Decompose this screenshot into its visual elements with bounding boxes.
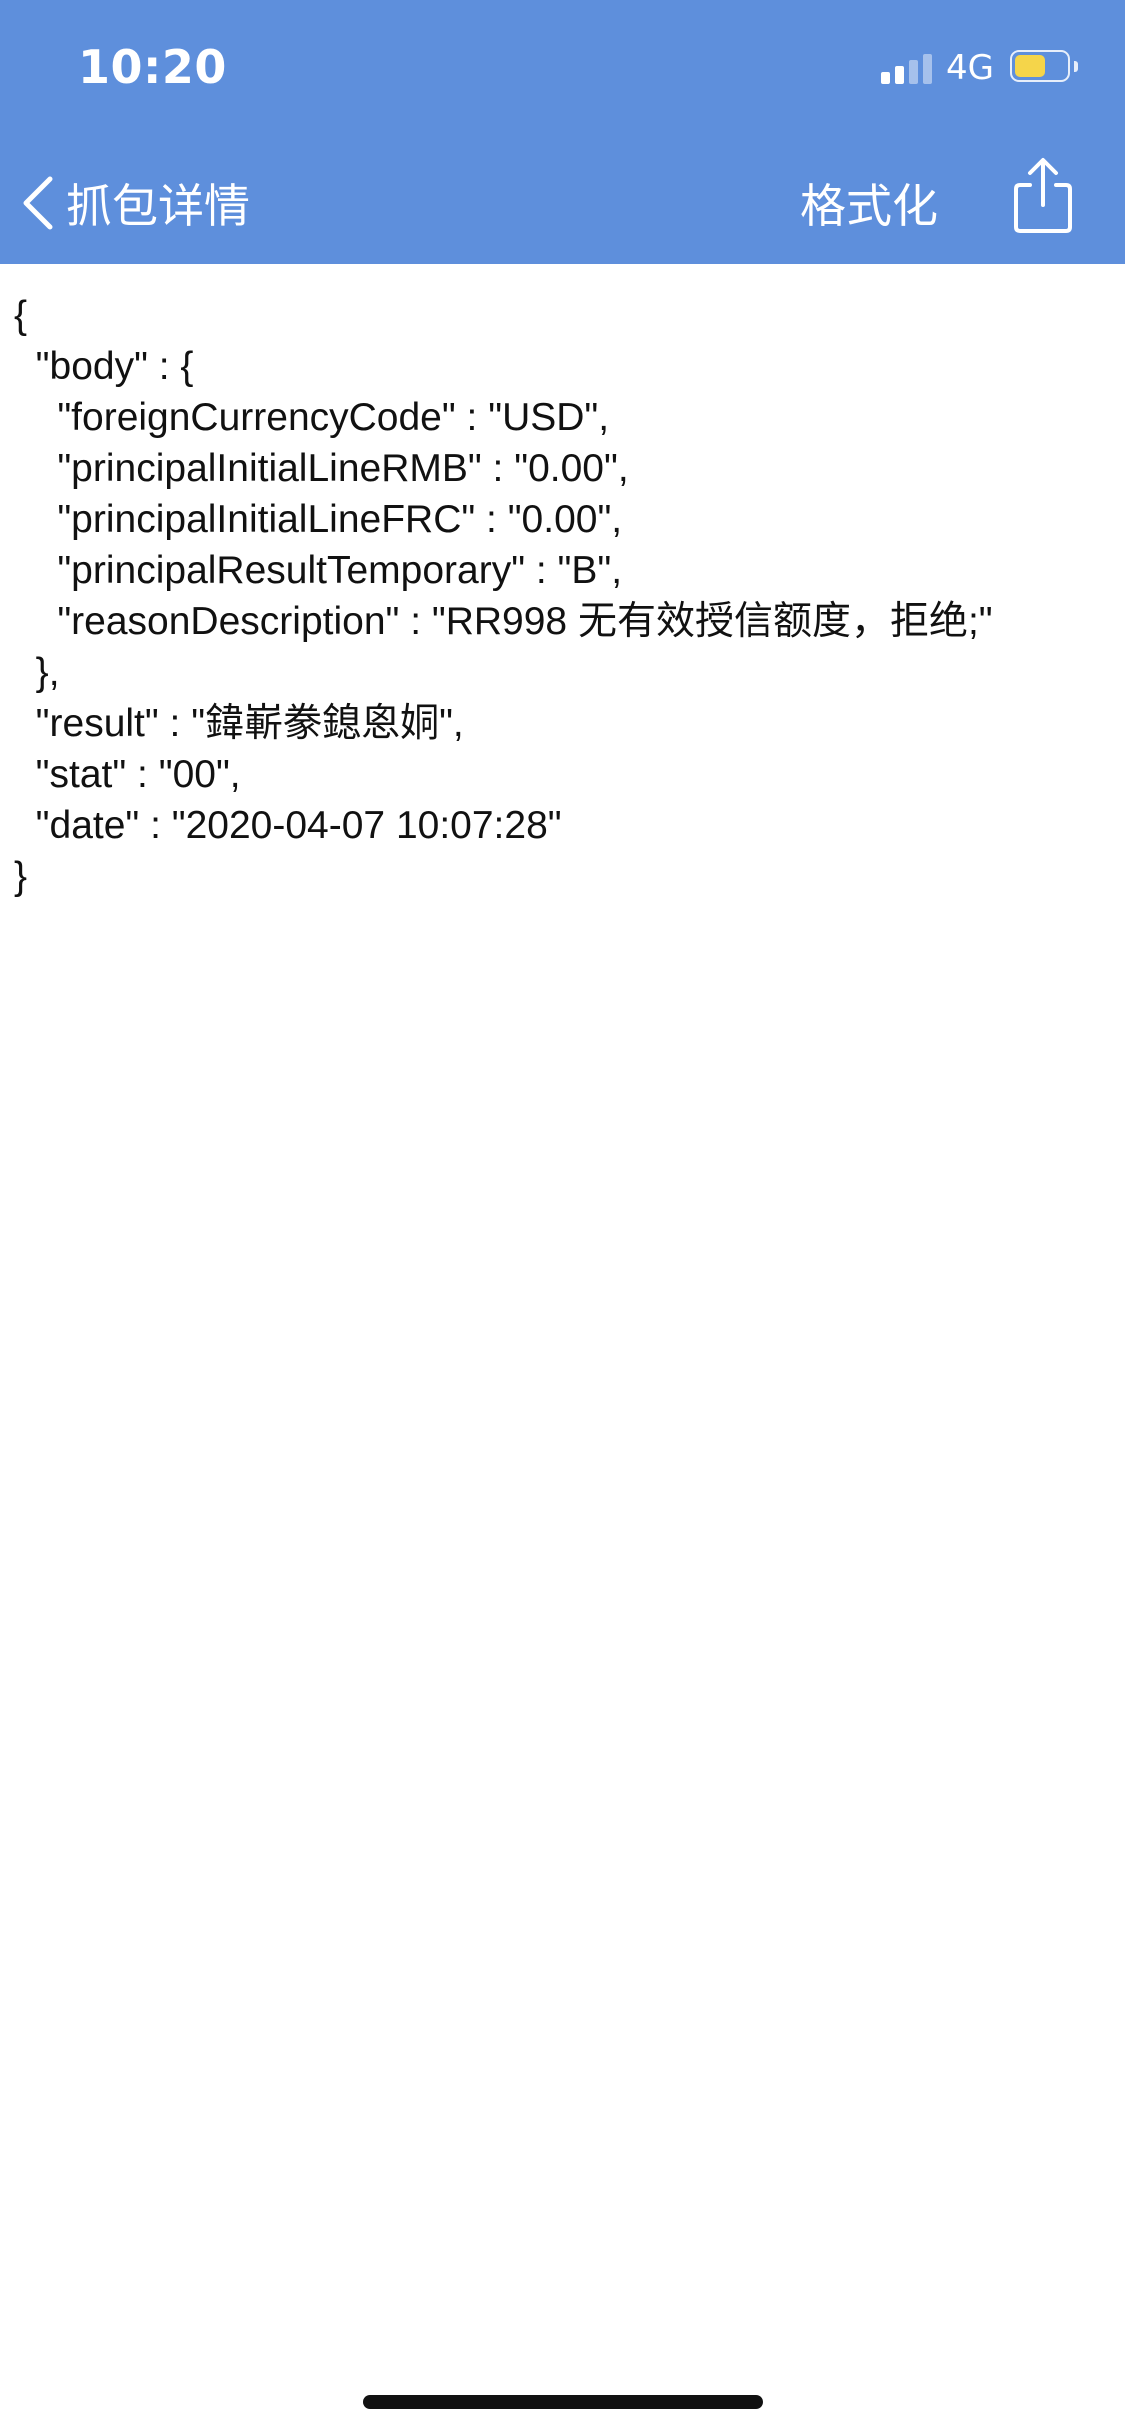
json-line: "reasonDescription" : "RR998 无有效授信额度，拒绝;… <box>14 600 993 643</box>
json-line: "date" : "2020-04-07 10:07:28" <box>14 804 562 847</box>
back-button[interactable]: 抓包详情 <box>18 168 250 238</box>
json-line: "stat" : "00", <box>14 753 241 796</box>
battery-icon <box>1010 50 1078 84</box>
page-title: 抓包详情 <box>66 179 250 233</box>
json-line: "foreignCurrencyCode" : "USD", <box>14 396 610 439</box>
screen: 10:20 4G 抓包详情 格式化 { "body" : {"foreignC… <box>0 0 1125 2436</box>
json-line: "principalInitialLineRMB" : "0.00", <box>14 447 629 490</box>
json-line: "principalInitialLineFRC" : "0.00", <box>14 498 623 541</box>
app-header: 10:20 4G 抓包详情 格式化 <box>0 0 1125 264</box>
json-line: { <box>14 294 28 337</box>
format-button[interactable]: 格式化 <box>800 170 938 236</box>
json-line: } <box>14 855 28 898</box>
json-line: "body" : { <box>14 345 194 388</box>
home-indicator[interactable] <box>363 2395 763 2409</box>
cellular-signal-icon <box>881 52 933 84</box>
status-time: 10:20 <box>78 40 227 94</box>
chevron-left-icon <box>23 176 53 230</box>
json-line: "result" : "鍏嶄豢鎴恖姛", <box>14 702 464 745</box>
network-type: 4G <box>946 48 994 88</box>
json-line: "principalResultTemporary" : "B", <box>14 549 623 592</box>
share-icon[interactable] <box>1008 155 1078 235</box>
json-line: }, <box>14 651 60 694</box>
